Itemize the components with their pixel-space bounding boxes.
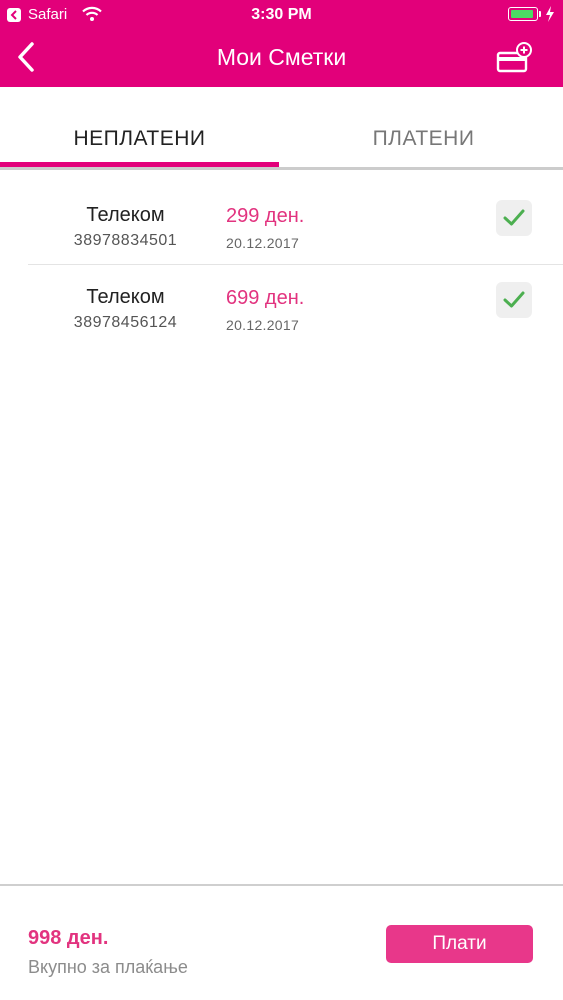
add-card-icon[interactable]	[494, 42, 534, 74]
bill-amount: 699 ден.	[226, 287, 305, 309]
battery-icon	[508, 7, 538, 21]
total-amount: 998 ден.	[28, 927, 109, 949]
bills-screen: Safari 3:30 PM Мои Сметки НЕПЛАТЕНИ ПЛАТ…	[0, 0, 563, 1000]
status-time: 3:30 PM	[251, 6, 312, 23]
status-bar: Safari 3:30 PM	[0, 0, 563, 30]
list-item[interactable]: Телеком 38978834501 299 ден. 20.12.2017	[28, 183, 563, 264]
bill-list: Телеком 38978834501 299 ден. 20.12.2017 …	[28, 183, 563, 346]
battery-level	[510, 9, 534, 18]
bill-date: 20.12.2017	[226, 235, 300, 251]
tab-active-indicator	[0, 162, 279, 167]
tab-divider	[0, 167, 563, 170]
bill-tabs: НЕПЛАТЕНИ ПЛАТЕНИ	[0, 87, 563, 170]
bill-company: Телеком	[86, 204, 165, 226]
bill-amount: 299 ден.	[226, 205, 305, 227]
header: Safari 3:30 PM Мои Сметки	[0, 0, 563, 87]
total-label: Вкупно за плаќање	[28, 957, 188, 977]
bill-number: 38978456124	[73, 314, 178, 331]
tab-paid[interactable]: ПЛАТЕНИ	[284, 127, 563, 151]
checkmark-icon[interactable]	[496, 282, 532, 318]
bill-company: Телеком	[86, 286, 165, 308]
list-item[interactable]: Телеком 38978456124 699 ден. 20.12.2017	[28, 264, 563, 346]
payment-footer: 998 ден. Вкупно за плаќање Плати	[0, 884, 563, 1000]
checkmark-icon[interactable]	[496, 200, 532, 236]
pay-button[interactable]: Плати	[386, 925, 533, 963]
bill-number: 38978834501	[73, 232, 178, 249]
page-title: Мои Сметки	[216, 44, 347, 70]
tab-unpaid[interactable]: НЕПЛАТЕНИ	[0, 127, 279, 151]
bill-date: 20.12.2017	[226, 317, 300, 333]
battery-tip	[539, 11, 541, 17]
charging-icon	[545, 6, 555, 27]
